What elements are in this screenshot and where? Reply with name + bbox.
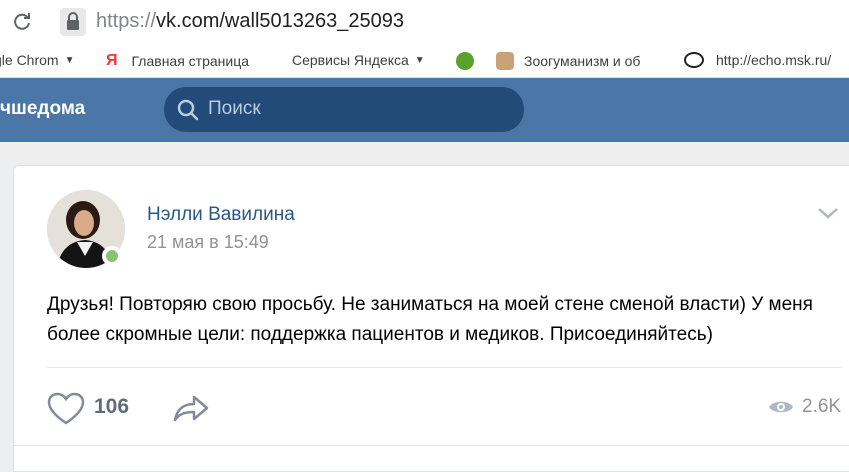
divider [14,445,849,446]
search-placeholder: Поиск [208,98,261,119]
bookmark-label: Сервисы Яндекса [292,52,409,68]
bookmarks-bar: gle Chrom ▼ Я Главная страница Сервисы Янд… [0,44,849,78]
echo-icon [684,52,704,68]
bookmark-label: Зоогуманизм и об [524,53,641,69]
view-count: 2.6K [802,396,842,417]
bookmark-main-page[interactable]: Я Главная страница [106,52,249,70]
bookmark-label: http://echo.msk.ru/ [716,52,832,68]
bookmark-label: gle Chrom [0,52,59,68]
url-field[interactable]: https://vk.com/wall5013263_25093 [96,10,404,33]
bookmark-zoo[interactable]: Зоогуманизм и об [456,52,640,70]
caret-down-icon: ▼ [414,54,425,66]
post-author[interactable]: Нэлли Вавилина [147,204,295,226]
share-icon[interactable] [172,392,210,424]
site-header: чшедома Поиск [0,78,849,142]
search-icon [177,99,199,121]
like-count: 106 [94,395,130,418]
chevron-down-icon[interactable] [817,206,839,220]
divider [47,367,842,368]
person-icon [496,52,514,70]
reload-icon[interactable] [10,10,34,34]
bookmark-echo[interactable]: http://echo.msk.ru/ [684,52,831,68]
bookmark-google-chrome[interactable]: gle Chrom ▼ [0,52,75,68]
post-card: Нэлли Вавилина 21 мая в 15:49 Друзья! По… [13,165,849,472]
post-text: Друзья! Повторяю свою просьбу. Не занима… [47,294,813,345]
online-indicator [102,246,122,266]
yandex-icon: Я [106,52,118,69]
url-scheme: https:// [96,10,157,32]
url-path: vk.com/wall5013263_25093 [156,10,404,32]
heart-icon[interactable] [47,392,85,426]
search-input[interactable]: Поиск [164,87,524,132]
site-name[interactable]: чшедома [0,98,85,120]
lock-icon[interactable] [60,8,86,36]
bookmark-label: Главная страница [131,53,250,69]
bookmark-yandex-services[interactable]: Сервисы Яндекса ▼ [292,52,425,68]
eye-icon [769,401,793,413]
leaf-icon [456,52,474,70]
address-bar: https://vk.com/wall5013263_25093 [0,0,849,44]
post-date[interactable]: 21 мая в 15:49 [147,232,269,253]
caret-down-icon: ▼ [64,54,75,66]
